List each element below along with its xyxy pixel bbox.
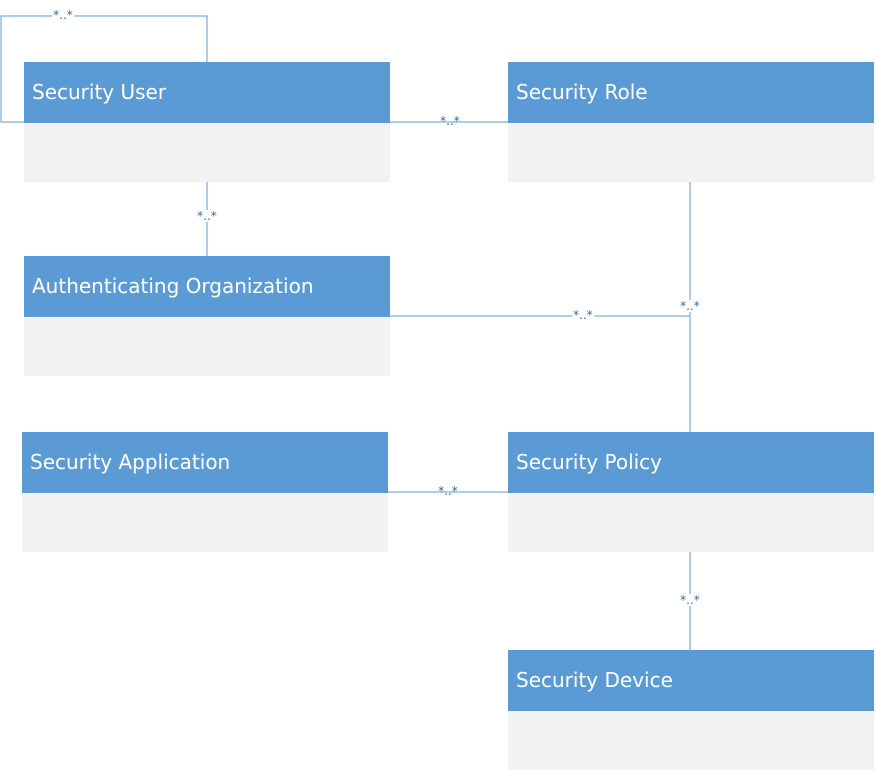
entity-authenticating-organization[interactable]: Authenticating Organization	[24, 256, 390, 376]
entity-title: Security Policy	[508, 432, 874, 493]
class-diagram: Security User Security Role Authenticati…	[0, 0, 876, 772]
entity-attributes	[508, 493, 874, 552]
entity-title: Security Device	[508, 650, 874, 711]
multiplicity-application-policy: *..*	[438, 484, 458, 498]
multiplicity-user-org: *..*	[196, 209, 218, 223]
entity-title: Security Role	[508, 62, 874, 123]
multiplicity-user-role: *..*	[440, 114, 460, 128]
entity-title: Security User	[24, 62, 390, 123]
entity-security-policy[interactable]: Security Policy	[508, 432, 874, 552]
multiplicity-role-policy: *..*	[679, 299, 701, 313]
entity-security-device[interactable]: Security Device	[508, 650, 874, 770]
multiplicity-user-self: *..*	[52, 8, 74, 22]
multiplicity-policy-device: *..*	[679, 593, 701, 607]
entity-attributes	[508, 123, 874, 182]
entity-title: Security Application	[22, 432, 388, 493]
entity-security-application[interactable]: Security Application	[22, 432, 388, 552]
entity-title: Authenticating Organization	[24, 256, 390, 317]
entity-attributes	[22, 493, 388, 552]
entity-security-role[interactable]: Security Role	[508, 62, 874, 182]
entity-attributes	[24, 317, 390, 376]
entity-attributes	[24, 123, 390, 182]
entity-security-user[interactable]: Security User	[24, 62, 390, 182]
entity-attributes	[508, 711, 874, 770]
multiplicity-org-policy: *..*	[572, 308, 594, 322]
